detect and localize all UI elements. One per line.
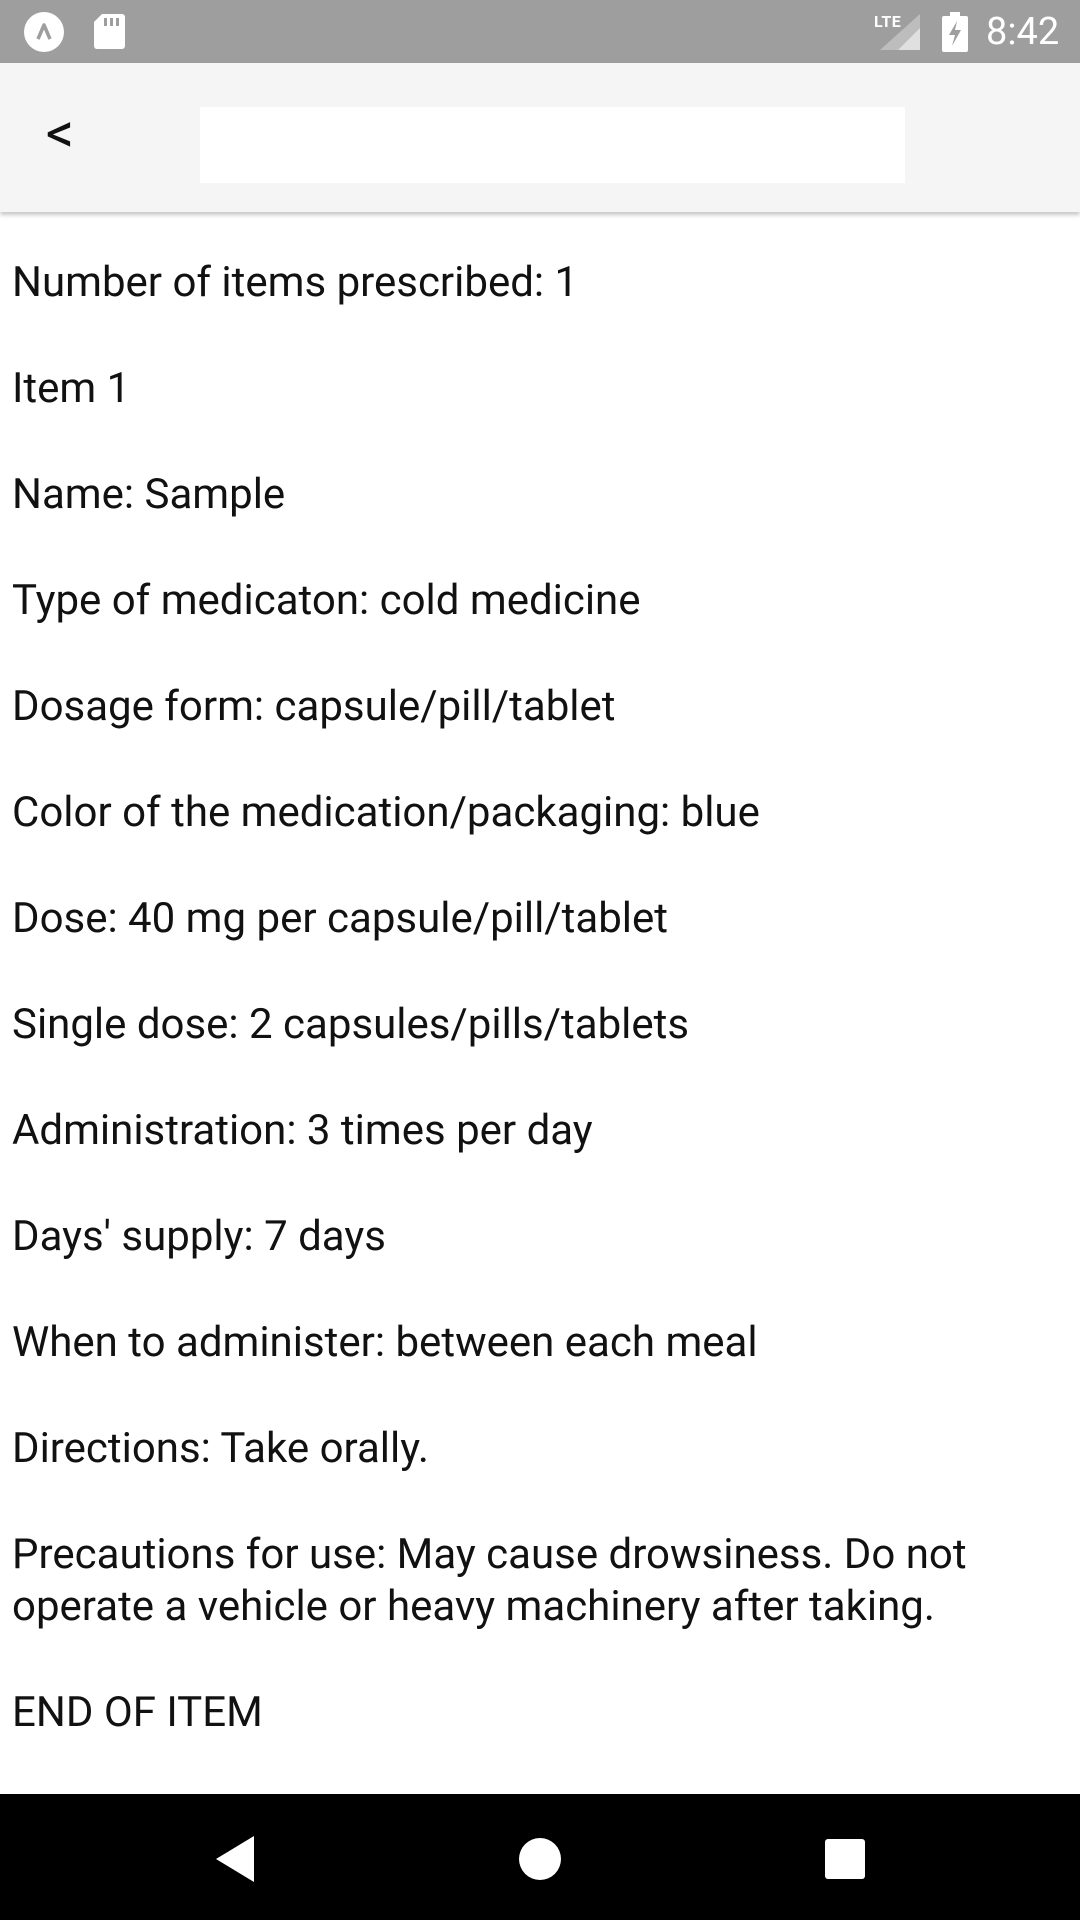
end-of-item-text: END OF ITEM: [12, 1688, 263, 1737]
prescription-details: Number of items prescribed: 1 Item 1 Nam…: [12, 257, 1072, 1793]
medication-type-text: Type of medicaton: cold medicine: [12, 576, 641, 625]
status-bar: LTE 8:42: [0, 0, 1080, 63]
nav-back-icon[interactable]: [200, 1824, 270, 1894]
navigation-bar: [0, 1794, 1080, 1920]
color-text: Color of the medication/packaging: blue: [12, 788, 760, 837]
sd-card-icon: [94, 14, 125, 49]
back-button[interactable]: <: [30, 101, 90, 165]
item-heading: Item 1: [12, 364, 131, 413]
when-to-administer-text: When to administer: between each meal: [12, 1318, 758, 1367]
clock: 8:42: [986, 10, 1060, 54]
dosage-form-text: Dosage form: capsule/pill/tablet: [12, 682, 616, 731]
nav-recent-icon[interactable]: [810, 1824, 880, 1894]
toolbar: <: [0, 63, 1080, 212]
item-name-text: Name: Sample: [12, 470, 286, 519]
directions-text: Directions: Take orally.: [12, 1424, 429, 1473]
administration-text: Administration: 3 times per day: [12, 1106, 593, 1155]
days-supply-text: Days' supply: 7 days: [12, 1212, 386, 1261]
dose-text: Dose: 40 mg per capsule/pill/tablet: [12, 894, 669, 943]
items-count-text: Number of items prescribed: 1: [12, 258, 579, 307]
nav-home-icon[interactable]: [505, 1824, 575, 1894]
app-notification-icon: [24, 12, 64, 52]
single-dose-text: Single dose: 2 capsules/pills/tablets: [12, 1000, 690, 1049]
battery-charging-icon: [942, 12, 968, 52]
precautions-text: Precautions for use: May cause drowsines…: [12, 1530, 967, 1631]
title-input[interactable]: [200, 107, 905, 183]
signal-icon: [880, 14, 920, 50]
